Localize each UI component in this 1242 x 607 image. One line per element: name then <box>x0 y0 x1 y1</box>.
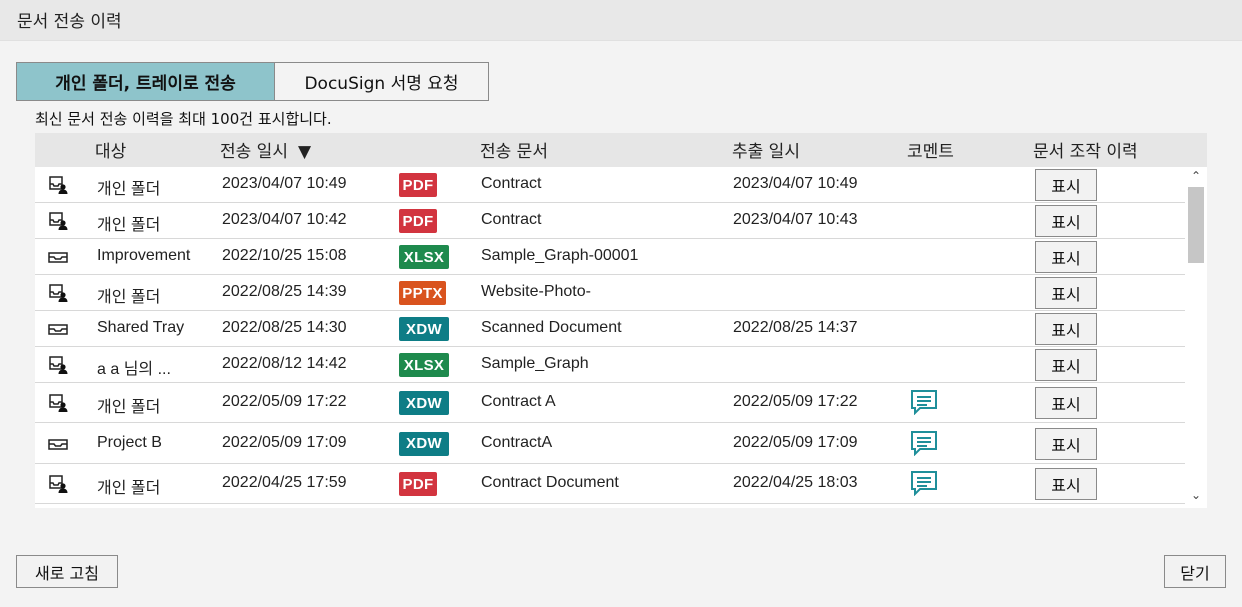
cell-sent-at: 2022/04/25 17:59 <box>222 474 347 491</box>
cell-target: 개인 폴더 <box>97 217 161 234</box>
cell-document: Sample_Graph-00001 <box>481 247 639 264</box>
col-extracted-at[interactable]: 추출 일시 <box>732 137 800 162</box>
show-history-button[interactable]: 표시 <box>1035 468 1097 500</box>
show-history-button[interactable]: 표시 <box>1035 387 1097 419</box>
cell-extracted-at: 2022/05/09 17:22 <box>733 393 858 410</box>
scroll-thumb[interactable] <box>1188 187 1204 263</box>
personal-folder-icon <box>47 355 69 375</box>
personal-folder-icon <box>47 393 69 413</box>
tab-personal-folder-tray[interactable]: 개인 폴더, 트레이로 전송 <box>16 62 275 101</box>
file-type-badge: XLSX <box>399 245 449 269</box>
close-button[interactable]: 닫기 <box>1164 555 1226 588</box>
table-row[interactable]: 개인 폴더 2022/05/09 17:22 Contract A 2022/05/0… <box>35 383 1185 423</box>
cell-sent-at: 2023/04/07 10:49 <box>222 175 347 192</box>
table-row[interactable] <box>35 504 1185 508</box>
cell-document: Contract <box>481 211 542 228</box>
cell-document: Contract Document <box>481 474 619 491</box>
cell-document: Contract A <box>481 393 556 410</box>
show-history-button[interactable]: 표시 <box>1035 205 1097 237</box>
table-row[interactable]: a a 님의 ... 2022/08/12 14:42 Sample_Graph XL… <box>35 347 1185 383</box>
table-row[interactable]: 개인 폴더 2022/08/25 14:39 Website-Photo- PPTX 표… <box>35 275 1185 311</box>
cell-target: 개인 폴더 <box>97 480 161 497</box>
cell-target: 개인 폴더 <box>97 289 161 306</box>
file-type-badge: PDF <box>399 209 437 233</box>
file-type-badge: PDF <box>399 173 437 197</box>
personal-folder-icon <box>47 211 69 231</box>
window-title: 문서 전송 이력 <box>17 12 122 32</box>
sort-desc-icon: ▼ <box>297 142 312 162</box>
cell-extracted-at: 2022/08/25 14:37 <box>733 319 858 336</box>
cell-sent-at: 2022/08/12 14:42 <box>222 355 347 372</box>
cell-document: Contract <box>481 175 542 192</box>
col-sent-at[interactable]: 전송 일시 ▼ <box>220 137 311 162</box>
personal-folder-icon <box>47 283 69 303</box>
cell-sent-at: 2023/04/07 10:42 <box>222 211 347 228</box>
col-sent-at-label: 전송 일시 <box>220 142 288 162</box>
table-row[interactable]: 개인 폴더 2023/04/07 10:42 Contract 2023/04/07 … <box>35 203 1185 239</box>
show-history-button[interactable]: 표시 <box>1035 349 1097 381</box>
table-row[interactable]: 개인 폴더 2023/04/07 10:49 Contract 2023/04/07 … <box>35 167 1185 203</box>
cell-target: a a 님의 ... <box>97 361 171 378</box>
cell-document: ContractA <box>481 433 553 451</box>
cell-sent-at: 2022/05/09 17:09 <box>222 433 347 451</box>
file-type-badge: PPTX <box>399 281 446 305</box>
file-type-badge: XDW <box>399 431 449 456</box>
show-history-button[interactable]: 표시 <box>1035 169 1097 201</box>
cell-extracted-at: 2023/04/07 10:43 <box>733 211 858 228</box>
scroll-up-icon[interactable]: ⌃ <box>1185 169 1207 187</box>
history-table-body[interactable]: 개인 폴더 2022/04/25 17:59 Contract Document 20… <box>35 167 1207 508</box>
comment-icon[interactable] <box>910 389 938 416</box>
cell-document: Scanned Document <box>481 319 622 336</box>
cell-target: 개인 폴더 <box>97 399 161 416</box>
title-bar: 문서 전송 이력 <box>0 0 1242 41</box>
table-header: 대상 전송 일시 ▼ 전송 문서 추출 일시 코멘트 문서 조작 이력 <box>35 133 1207 167</box>
cell-target: Project B <box>97 433 162 451</box>
show-history-button[interactable]: 표시 <box>1035 241 1097 273</box>
col-document[interactable]: 전송 문서 <box>480 137 548 162</box>
cell-extracted-at: 2022/05/09 17:09 <box>733 433 858 451</box>
cell-target: Shared Tray <box>97 319 185 336</box>
col-target[interactable]: 대상 <box>95 137 126 162</box>
tray-icon <box>47 247 69 267</box>
cell-target: Improvement <box>97 247 191 264</box>
table-row[interactable]: Improvement 2022/10/25 15:08 Sample_Graph-… <box>35 239 1185 275</box>
scroll-down-icon[interactable]: ⌄ <box>1185 488 1207 506</box>
cell-document: Website-Photo- <box>481 283 591 300</box>
tray-icon <box>47 434 69 454</box>
vertical-scrollbar[interactable]: ⌃ ⌄ <box>1185 167 1207 508</box>
tab-docusign-request[interactable]: DocuSign 서명 요청 <box>275 62 489 101</box>
show-history-button[interactable]: 표시 <box>1035 427 1097 460</box>
cell-sent-at: 2022/08/25 14:39 <box>222 283 347 300</box>
file-type-badge: XLSX <box>399 353 449 377</box>
cell-sent-at: 2022/05/09 17:22 <box>222 393 347 410</box>
info-text: 최신 문서 전송 이력을 최대 100건 표시합니다. <box>35 110 332 128</box>
personal-folder-icon <box>47 175 69 195</box>
file-type-badge: PDF <box>399 472 437 496</box>
comment-icon[interactable] <box>910 430 938 456</box>
table-row[interactable]: 개인 폴더 2022/04/25 17:59 Contract Document 20… <box>35 464 1185 504</box>
show-history-button[interactable]: 표시 <box>1035 313 1097 345</box>
cell-sent-at: 2022/10/25 15:08 <box>222 247 347 264</box>
file-type-badge: XDW <box>399 317 449 341</box>
refresh-button[interactable]: 새로 고침 <box>16 555 118 588</box>
file-type-badge: XDW <box>399 391 449 415</box>
cell-extracted-at: 2022/04/25 18:03 <box>733 474 858 491</box>
col-comment[interactable]: 코멘트 <box>907 137 954 162</box>
cell-document: Sample_Graph <box>481 355 589 372</box>
cell-target: 개인 폴더 <box>97 181 161 198</box>
table-row[interactable]: Project B 2022/05/09 17:09 ContractA 2022/0… <box>35 423 1185 464</box>
tray-icon <box>47 319 69 339</box>
show-history-button[interactable]: 표시 <box>1035 277 1097 309</box>
tab-bar: 개인 폴더, 트레이로 전송 DocuSign 서명 요청 <box>16 62 489 101</box>
comment-icon[interactable] <box>910 470 938 497</box>
table-row[interactable]: Shared Tray 2022/08/25 14:30 Scanned Docum… <box>35 311 1185 347</box>
personal-folder-icon <box>47 474 69 494</box>
cell-extracted-at: 2023/04/07 10:49 <box>733 175 858 192</box>
col-history[interactable]: 문서 조작 이력 <box>1033 137 1138 162</box>
cell-sent-at: 2022/08/25 14:30 <box>222 319 347 336</box>
